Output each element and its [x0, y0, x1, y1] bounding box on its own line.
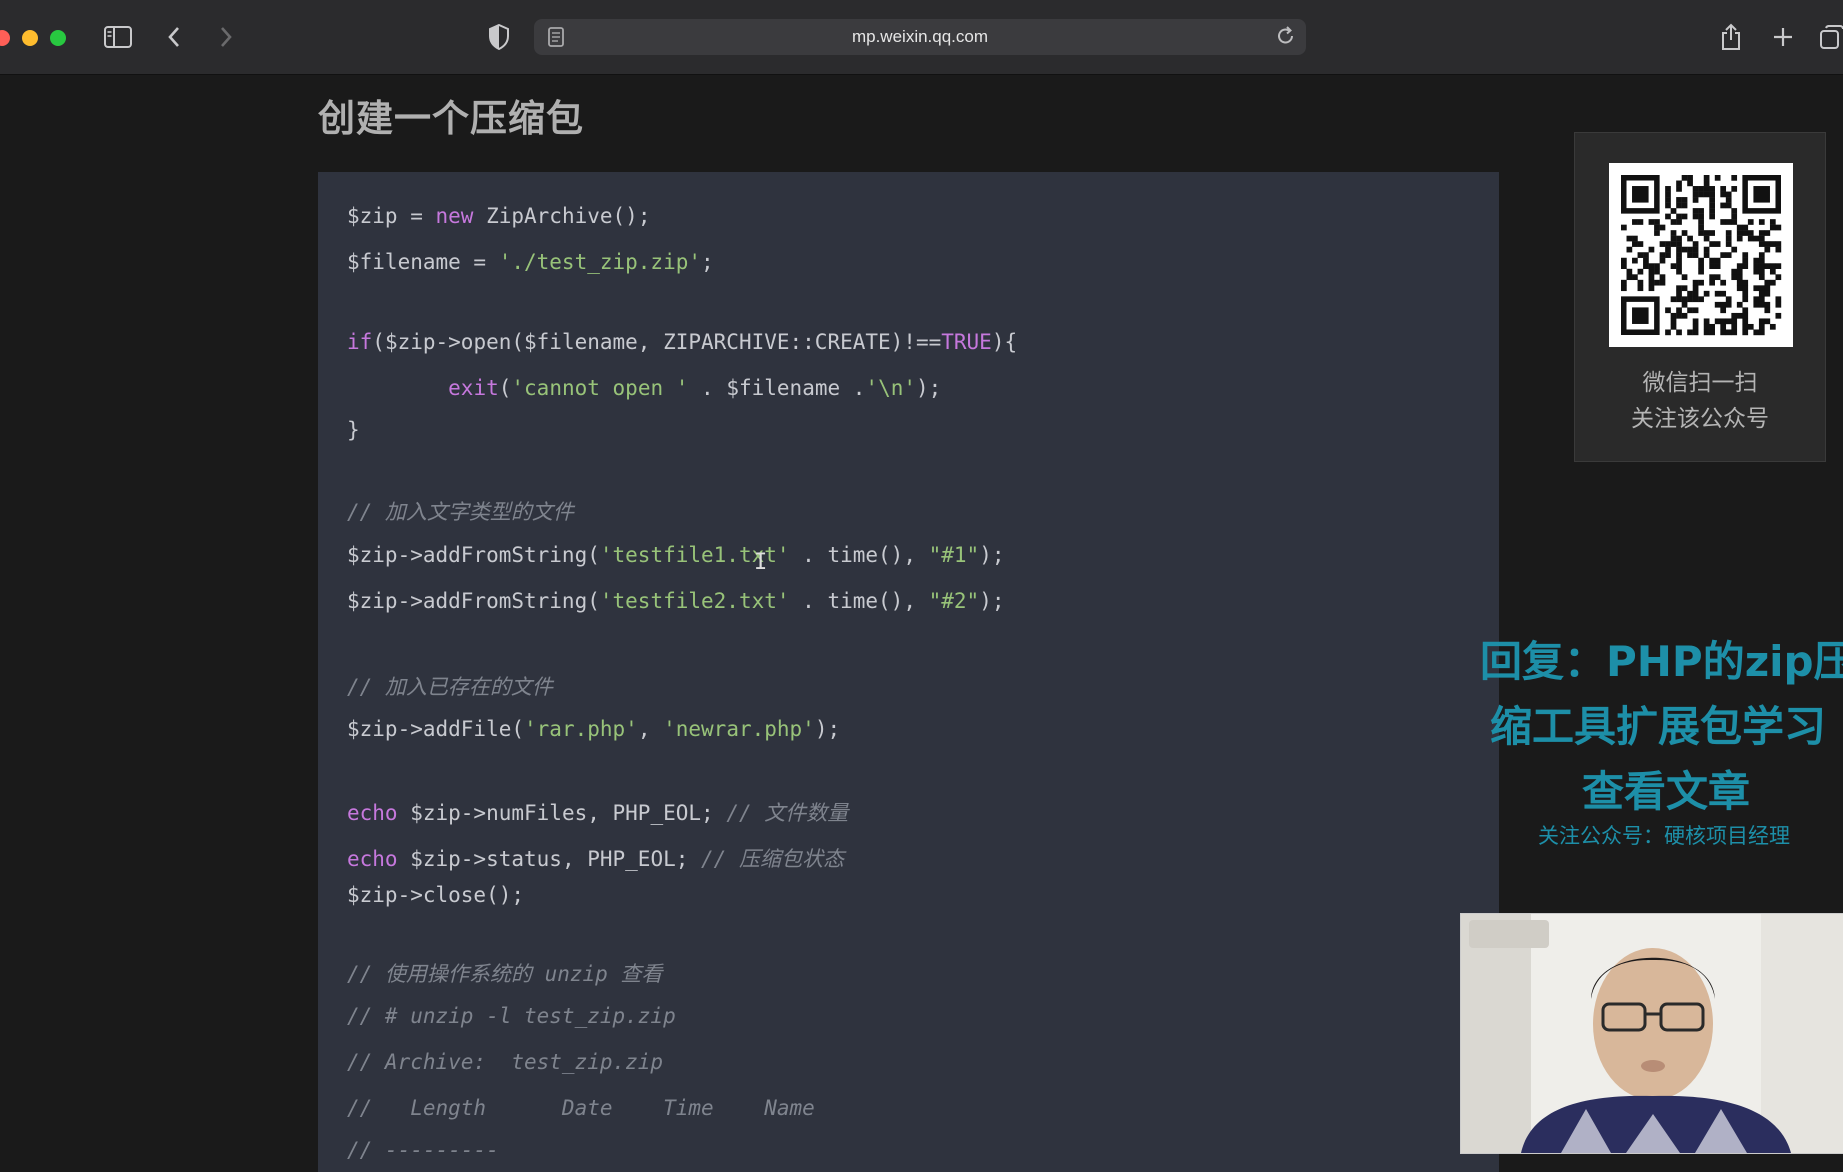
- code-token: 'newrar.php': [663, 717, 815, 741]
- code-token: $zip->status, PHP_EOL;: [397, 847, 702, 871]
- code-token: 'rar.php': [524, 717, 638, 741]
- code-token: $filename =: [347, 250, 499, 274]
- code-line: // Archive: test_zip.zip: [347, 1050, 663, 1074]
- address-bar[interactable]: mp.weixin.qq.com: [534, 19, 1306, 55]
- code-token: $zip->addFile(: [347, 717, 525, 741]
- code-token: $zip->numFiles, PHP_EOL;: [397, 801, 727, 825]
- code-line: $filename = './test_zip.zip';: [347, 250, 714, 274]
- code-line: // 加入已存在的文件: [347, 671, 553, 701]
- forward-chevron-icon[interactable]: [218, 20, 234, 54]
- qr-code-image: [1609, 163, 1793, 347]
- code-token: // 压缩包状态: [701, 847, 844, 871]
- new-tab-plus-icon[interactable]: [1772, 20, 1794, 54]
- code-token: . $filename .: [688, 376, 866, 400]
- code-line: $zip->addFile('rar.php', 'newrar.php');: [347, 717, 840, 741]
- code-token: . time(),: [789, 543, 929, 567]
- code-token: );: [814, 717, 841, 741]
- code-token: . time(),: [789, 589, 929, 613]
- overlay-reply-line1: 回复：PHP的zip压: [1480, 637, 1843, 686]
- code-line: // 使用操作系统的 unzip 查看: [347, 958, 662, 988]
- code-token: // Length Date Time Name: [347, 1096, 815, 1120]
- code-line: // Length Date Time Name: [347, 1096, 815, 1120]
- code-token: ($zip->open($filename, ZIPARCHIVE::CREAT…: [372, 330, 942, 354]
- text-cursor-icon: I: [754, 550, 768, 575]
- browser-toolbar: mp.weixin.qq.com: [0, 0, 1843, 75]
- qr-code-card: 微信扫一扫 关注该公众号: [1574, 132, 1826, 462]
- code-line: if($zip->open($filename, ZIPARCHIVE::CRE…: [347, 330, 1017, 354]
- code-token: if: [347, 330, 373, 354]
- code-token: (: [498, 376, 512, 400]
- code-token: $zip =: [347, 204, 436, 228]
- code-token: }: [347, 418, 360, 442]
- code-line: $zip->close();: [347, 883, 524, 907]
- code-token: // ---------: [347, 1138, 499, 1162]
- privacy-shield-icon[interactable]: [488, 20, 510, 54]
- code-line: $zip->addFromString('testfile1.txt' . ti…: [347, 543, 1004, 567]
- code-token: // Archive: test_zip.zip: [347, 1050, 664, 1074]
- code-token: $zip->close();: [347, 883, 525, 907]
- code-token: // 加入文字类型的文件: [347, 500, 574, 524]
- code-line: $zip = new ZipArchive();: [347, 204, 650, 228]
- code-line: }: [347, 418, 360, 442]
- code-token: 'testfile2.txt': [599, 589, 790, 613]
- sidebar-toggle-icon[interactable]: [104, 20, 132, 54]
- minimize-window-button[interactable]: [22, 30, 38, 46]
- webcam-video: [1460, 913, 1843, 1154]
- reload-icon[interactable]: [1276, 25, 1296, 53]
- code-token: new: [435, 204, 474, 228]
- code-line: // ---------: [347, 1138, 499, 1162]
- code-token: );: [979, 589, 1005, 613]
- code-token: ZipArchive();: [473, 204, 651, 228]
- code-line: echo $zip->numFiles, PHP_EOL; // 文件数量: [347, 797, 848, 827]
- code-token: echo: [347, 801, 398, 825]
- share-icon[interactable]: [1720, 20, 1742, 54]
- qr-caption-follow: 关注该公众号: [1631, 406, 1769, 432]
- code-token: ,: [637, 717, 664, 741]
- code-token: exit: [448, 376, 499, 400]
- code-token: // 加入已存在的文件: [347, 675, 553, 699]
- code-token: "#2": [928, 589, 980, 613]
- overlay-reply-line3: 查看文章: [1582, 767, 1751, 816]
- code-line: echo $zip->status, PHP_EOL; // 压缩包状态: [347, 843, 844, 873]
- code-token: );: [979, 543, 1005, 567]
- back-chevron-icon[interactable]: [166, 20, 182, 54]
- close-window-button[interactable]: [0, 30, 10, 46]
- qr-caption-scan: 微信扫一扫: [1642, 370, 1758, 396]
- code-token: 'cannot open ': [511, 376, 689, 400]
- code-token: $zip->addFromString(: [347, 543, 600, 567]
- code-token: // # unzip -l test_zip.zip: [347, 1004, 676, 1028]
- overlay-follow-account: 关注公众号：硬核项目经理: [1538, 824, 1790, 848]
- code-line: // 加入文字类型的文件: [347, 496, 574, 526]
- tab-overview-icon[interactable]: [1820, 20, 1843, 54]
- code-token: $zip->addFromString(: [347, 589, 600, 613]
- code-token: '\n': [865, 376, 916, 400]
- code-token: // 使用操作系统的 unzip 查看: [347, 962, 663, 986]
- url-text[interactable]: mp.weixin.qq.com: [534, 19, 1306, 55]
- overlay-reply-line2: 缩工具扩展包学习: [1490, 702, 1827, 751]
- code-line: // # unzip -l test_zip.zip: [347, 1004, 676, 1028]
- code-token: // 文件数量: [726, 801, 849, 825]
- code-token: TRUE: [941, 330, 992, 354]
- article-heading: 创建一个压缩包: [318, 97, 584, 140]
- code-token: './test_zip.zip': [498, 250, 702, 274]
- code-token: ;: [701, 250, 714, 274]
- code-token: ){: [991, 330, 1018, 354]
- code-token: "#1": [928, 543, 980, 567]
- fullscreen-window-button[interactable]: [50, 30, 66, 46]
- code-line: exit('cannot open ' . $filename .'\n');: [347, 376, 941, 400]
- code-line: $zip->addFromString('testfile2.txt' . ti…: [347, 589, 1004, 613]
- code-token: echo: [347, 847, 398, 871]
- code-token: );: [916, 376, 942, 400]
